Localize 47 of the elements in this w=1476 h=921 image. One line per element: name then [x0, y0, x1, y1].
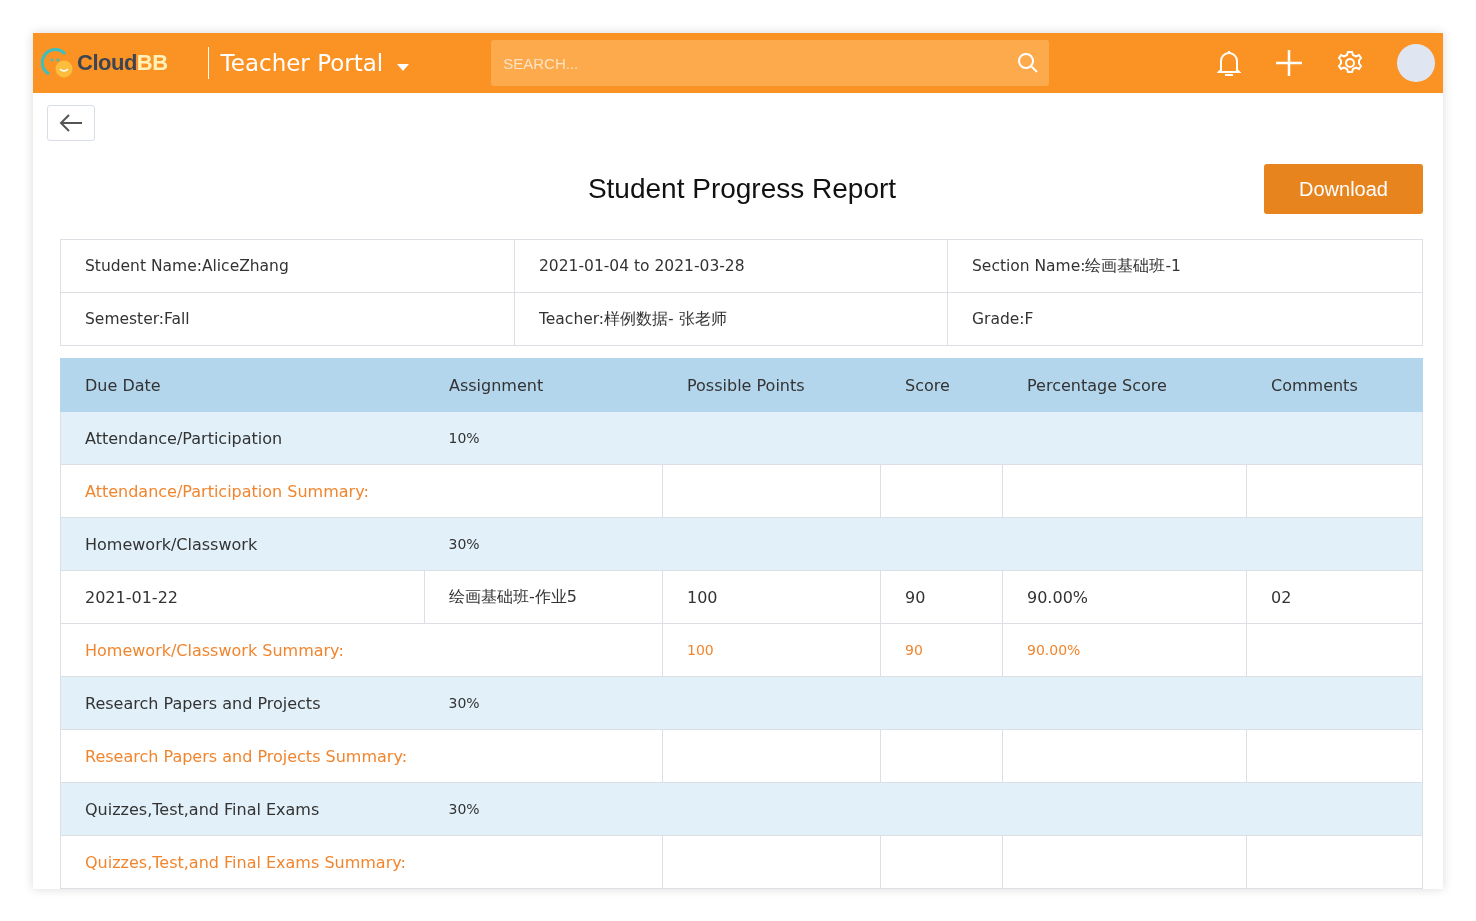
column-header: Possible Points: [662, 358, 881, 412]
table-cell: 100: [662, 570, 881, 624]
caret-icon[interactable]: [397, 64, 410, 72]
search-icon[interactable]: [1017, 52, 1040, 74]
column-header: Due Date: [60, 358, 425, 412]
category-weight: 30%: [424, 517, 1423, 571]
back-button[interactable]: [47, 105, 95, 141]
info-cell: Teacher:样例数据- 张老师: [514, 292, 948, 346]
info-cell: Semester:Fall: [60, 292, 515, 346]
summary-cell: 100: [662, 623, 881, 677]
summary-label: Quizzes,Test,and Final Exams Summary:: [60, 835, 663, 889]
summary-label: Research Papers and Projects Summary:: [60, 729, 663, 783]
category-name: Attendance/Participation: [60, 411, 425, 465]
summary-cell: 90: [880, 623, 1003, 677]
info-cell: Student Name:AliceZhang: [60, 239, 515, 293]
plus-icon[interactable]: [1275, 49, 1303, 77]
summary-cell: 90.00%: [1002, 623, 1247, 677]
table-cell: 90.00%: [1002, 570, 1247, 624]
logo-text: CloudBB: [77, 50, 168, 76]
search-field[interactable]: SEARCH...: [491, 40, 1050, 86]
table-cell: 02: [1246, 570, 1423, 624]
category-name: Quizzes,Test,and Final Exams: [60, 782, 425, 836]
arrow-left-icon: [59, 114, 83, 132]
info-cell: 2021-01-04 to 2021-03-28: [514, 239, 948, 293]
table-cell: 90: [880, 570, 1003, 624]
column-header: Assignment: [424, 358, 663, 412]
table-cell: 绘画基础班-作业5: [424, 570, 663, 624]
info-cell: Section Name:绘画基础班-1: [947, 239, 1423, 293]
smiley-cloud-icon: [41, 48, 75, 78]
category-weight: 30%: [424, 676, 1423, 730]
summary-label: Homework/Classwork Summary:: [60, 623, 663, 677]
summary-label: Attendance/Participation Summary:: [60, 464, 663, 518]
page-title: Student Progress Report: [586, 173, 898, 205]
portal-title[interactable]: Teacher Portal: [220, 50, 384, 76]
column-header: Comments: [1246, 358, 1423, 412]
category-weight: 30%: [424, 782, 1423, 836]
category-name: Homework/Classwork: [60, 517, 425, 571]
category-weight: 10%: [424, 411, 1423, 465]
settings-icon[interactable]: [1337, 50, 1363, 76]
table-cell: 2021-01-22: [60, 570, 425, 624]
avatar-icon[interactable]: [1397, 44, 1435, 82]
category-name: Research Papers and Projects: [60, 676, 425, 730]
column-header: Percentage Score: [1002, 358, 1247, 412]
info-cell: Grade:F: [947, 292, 1423, 346]
bell-icon[interactable]: [1217, 49, 1241, 77]
column-header: Score: [880, 358, 1003, 412]
download-button[interactable]: Download: [1264, 164, 1423, 214]
